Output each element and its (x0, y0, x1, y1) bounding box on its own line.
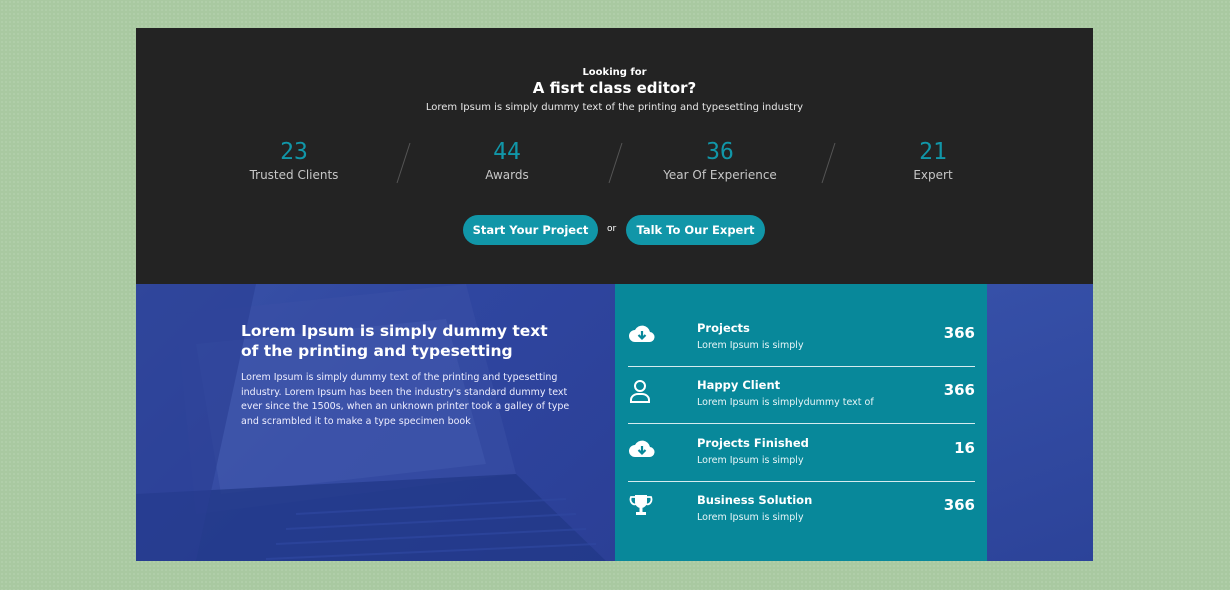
feature-title: Projects Finished (697, 436, 809, 450)
hero-subtitle: Lorem Ipsum is simply dummy text of the … (425, 102, 804, 113)
right-background-image (987, 284, 1093, 561)
stat-label: Awards (485, 168, 529, 182)
stat-value: 23 (280, 139, 308, 165)
about-panel: Lorem Ipsum is simply dummy text of the … (136, 284, 615, 561)
feature-subtitle: Lorem Ipsum is simply (697, 512, 804, 523)
stat-trusted-clients: 23 Trusted Clients (214, 139, 374, 182)
about-heading: Lorem Ipsum is simply dummy text of the … (241, 322, 548, 360)
trophy-icon (629, 495, 653, 515)
feature-value: 366 (943, 324, 975, 342)
feature-title: Business Solution (697, 493, 813, 507)
stat-divider (396, 142, 411, 184)
feature-subtitle: Lorem Ipsum is simply (697, 455, 804, 466)
feature-value: 16 (954, 439, 975, 457)
feature-row-projects: Projects Lorem Ipsum is simply 366 (628, 310, 975, 367)
cloud-download-icon (629, 325, 655, 343)
stat-value: 21 (919, 139, 947, 165)
page-frame: Looking for A fisrt class editor? Lorem … (136, 28, 1093, 561)
start-project-button[interactable]: Start Your Project (463, 215, 598, 245)
row-divider (628, 423, 975, 424)
feature-row-projects-finished: Projects Finished Lorem Ipsum is simply … (628, 425, 975, 482)
feature-value: 366 (943, 381, 975, 399)
feature-row-business-solution: Business Solution Lorem Ipsum is simply … (628, 482, 975, 532)
hero-section: Looking for A fisrt class editor? Lorem … (136, 28, 1093, 284)
features-panel: Projects Lorem Ipsum is simply 366 Happy… (615, 284, 987, 561)
stat-divider (821, 142, 836, 184)
feature-row-happy-client: Happy Client Lorem Ipsum is simplydummy … (628, 367, 975, 424)
stat-value: 44 (493, 139, 521, 165)
stat-label: Expert (913, 168, 953, 182)
hero-title: A fisrt class editor? (532, 79, 697, 97)
stat-value: 36 (706, 139, 734, 165)
feature-value: 366 (943, 496, 975, 514)
feature-title: Projects (697, 321, 750, 335)
cta-or-text: or (607, 224, 617, 234)
cloud-download-icon (629, 440, 655, 458)
talk-to-expert-button[interactable]: Talk To Our Expert (626, 215, 765, 245)
user-icon (630, 380, 650, 403)
feature-subtitle: Lorem Ipsum is simplydummy text of (697, 397, 874, 408)
stat-label: Trusted Clients (249, 168, 339, 182)
about-body: Lorem Ipsum is simply dummy text of the … (241, 372, 570, 427)
feature-title: Happy Client (697, 378, 781, 392)
hero-eyebrow: Looking for (582, 67, 647, 78)
stat-expert: 21 Expert (853, 139, 1013, 182)
stat-awards: 44 Awards (427, 139, 587, 182)
stat-experience: 36 Year Of Experience (640, 139, 800, 182)
stat-divider (608, 142, 623, 184)
feature-subtitle: Lorem Ipsum is simply (697, 340, 804, 351)
stat-label: Year Of Experience (663, 168, 777, 182)
